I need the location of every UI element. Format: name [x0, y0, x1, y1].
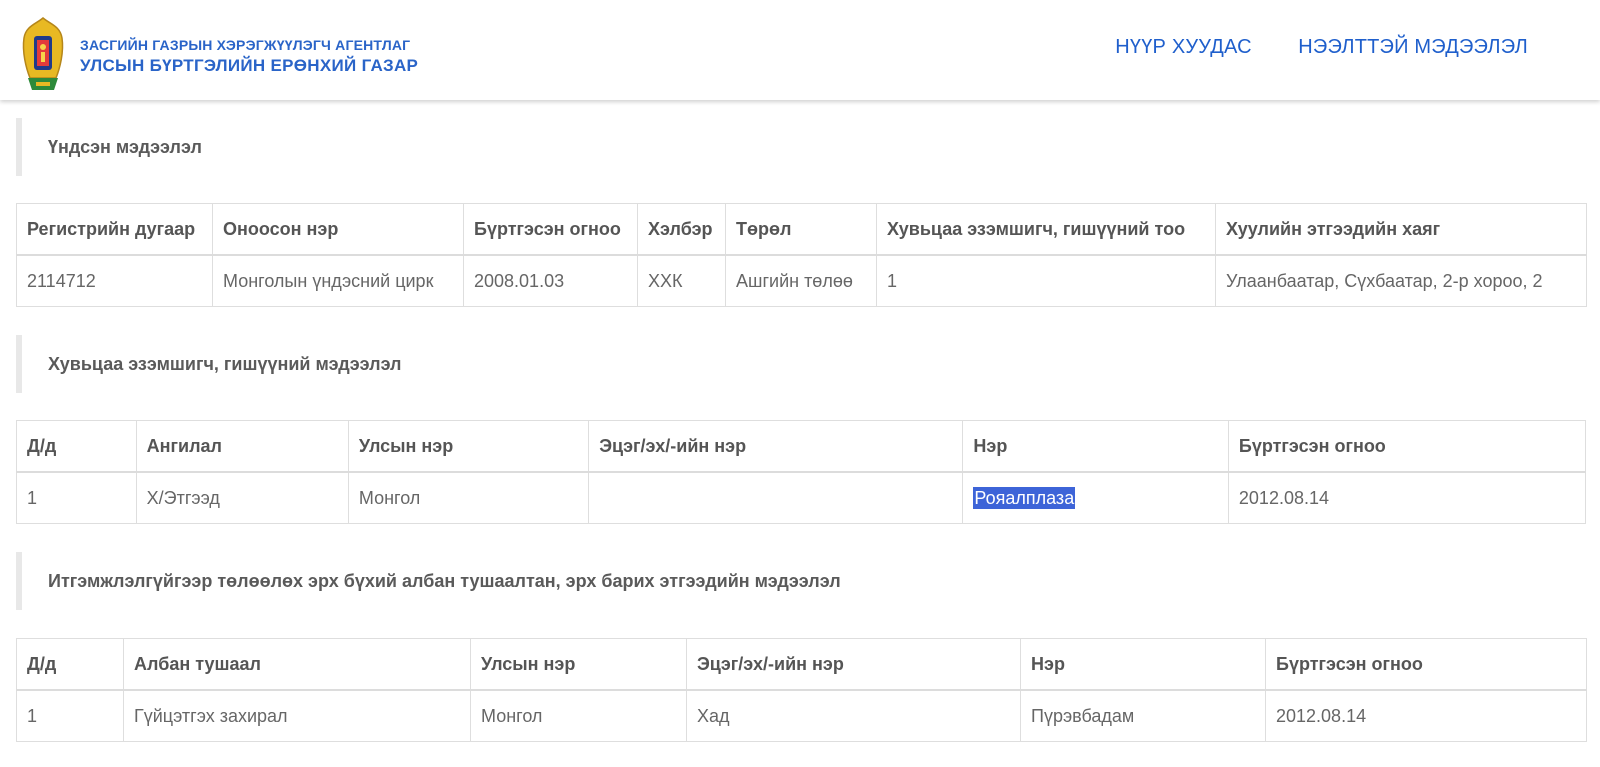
selected-name-text[interactable]: Рояалплаза	[973, 486, 1076, 509]
table-header-row: Регистрийн дугаар Оноосон нэр Бүртгэсэн …	[16, 203, 1587, 256]
table-row: 1 Гүйцэтгэх захирал Монгол Хад Пүрэвбада…	[16, 689, 1587, 742]
cell-company-name: Монголын үндэсний цирк	[212, 254, 464, 307]
cell-type: Ашгийн төлөө	[725, 254, 877, 307]
cell-register-number: 2114712	[16, 254, 213, 307]
cell-registered-date: 2012.08.14	[1227, 471, 1587, 524]
basic-info-table: Регистрийн дугаар Оноосон нэр Бүртгэсэн …	[16, 203, 1587, 307]
nav-home-link[interactable]: НҮҮР ХУУДАС	[1115, 36, 1252, 59]
nav-open-data-link[interactable]: НЭЭЛТТЭЙ МЭДЭЭЛЭЛ	[1298, 36, 1528, 59]
col-header-registered-date: Бүртгэсэн огноо	[1265, 638, 1587, 691]
cell-shareholder-count: 1	[876, 254, 1216, 307]
col-header-patronymic: Эцэг/эх/-ийн нэр	[686, 638, 1021, 691]
shareholders-table: Д/д Ангилал Улсын нэр Эцэг/эх/-ийн нэр Н…	[16, 420, 1587, 524]
col-header-position: Албан тушаал	[123, 638, 471, 691]
cell-registered-date: 2012.08.14	[1265, 689, 1587, 742]
cell-category: Х/Этгээд	[135, 471, 349, 524]
brand-subtitle: ЗАСГИЙН ГАЗРЫН ХЭРЭГЖҮҮЛЭГЧ АГЕНТЛАГ	[80, 37, 411, 53]
col-header-index: Д/д	[16, 420, 137, 473]
logo[interactable]: ЗАСГИЙН ГАЗРЫН ХЭРЭГЖҮҮЛЭГЧ АГЕНТЛАГ УЛС…	[20, 16, 420, 96]
section-title-shareholders: Хувьцаа эзэмшигч, гишүүний мэдээлэл	[16, 335, 616, 393]
section-title-representatives: Итгэмжлэлгүйгээр төлөөлөх эрх бүхий алба…	[16, 552, 916, 610]
table-row: 2114712 Монголын үндэсний цирк 2008.01.0…	[16, 254, 1587, 307]
cell-patronymic	[588, 471, 964, 524]
col-header-form: Хэлбэр	[637, 203, 726, 256]
col-header-category: Ангилал	[135, 420, 349, 473]
col-header-registered-date: Бүртгэсэн огноо	[1227, 420, 1587, 473]
table-header-row: Д/д Ангилал Улсын нэр Эцэг/эх/-ийн нэр Н…	[16, 420, 1587, 473]
col-header-company-name: Оноосон нэр	[212, 203, 464, 256]
col-header-name: Нэр	[962, 420, 1229, 473]
cell-address: Улаанбаатар, Сүхбаатар, 2-р хороо, 2	[1215, 254, 1587, 307]
cell-name: Пүрэвбадам	[1020, 689, 1266, 742]
cell-name: Рояалплаза	[962, 471, 1229, 524]
col-header-register-number: Регистрийн дугаар	[16, 203, 213, 256]
col-header-country: Улсын нэр	[470, 638, 687, 691]
col-header-country: Улсын нэр	[347, 420, 590, 473]
col-header-name: Нэр	[1020, 638, 1266, 691]
cell-registered-date: 2008.01.03	[463, 254, 638, 307]
section-title-basic-info: Үндсэн мэдээлэл	[16, 118, 616, 176]
main-nav: НҮҮР ХУУДАС НЭЭЛТТЭЙ МЭДЭЭЛЭЛ	[1073, 36, 1528, 59]
col-header-address: Хуулийн этгээдийн хаяг	[1215, 203, 1587, 256]
col-header-type: Төрөл	[725, 203, 877, 256]
cell-form: ХХК	[637, 254, 726, 307]
cell-country: Монгол	[347, 471, 590, 524]
col-header-shareholder-count: Хувьцаа эзэмшигч, гишүүний тоо	[876, 203, 1216, 256]
table-header-row: Д/д Албан тушаал Улсын нэр Эцэг/эх/-ийн …	[16, 638, 1587, 691]
state-emblem-icon	[22, 17, 64, 90]
col-header-registered-date: Бүртгэсэн огноо	[463, 203, 638, 256]
col-header-index: Д/д	[16, 638, 124, 691]
brand-title: УЛСЫН БҮРТГЭЛИЙН ЕРӨНХИЙ ГАЗАР	[80, 56, 419, 75]
cell-index: 1	[16, 689, 124, 742]
cell-position: Гүйцэтгэх захирал	[123, 689, 471, 742]
cell-index: 1	[16, 471, 137, 524]
site-header: ЗАСГИЙН ГАЗРЫН ХЭРЭГЖҮҮЛЭГЧ АГЕНТЛАГ УЛС…	[0, 0, 1600, 100]
cell-country: Монгол	[470, 689, 687, 742]
cell-patronymic: Хад	[686, 689, 1021, 742]
representatives-table: Д/д Албан тушаал Улсын нэр Эцэг/эх/-ийн …	[16, 638, 1587, 742]
table-row: 1 Х/Этгээд Монгол Рояалплаза 2012.08.14	[16, 471, 1587, 524]
col-header-patronymic: Эцэг/эх/-ийн нэр	[588, 420, 964, 473]
